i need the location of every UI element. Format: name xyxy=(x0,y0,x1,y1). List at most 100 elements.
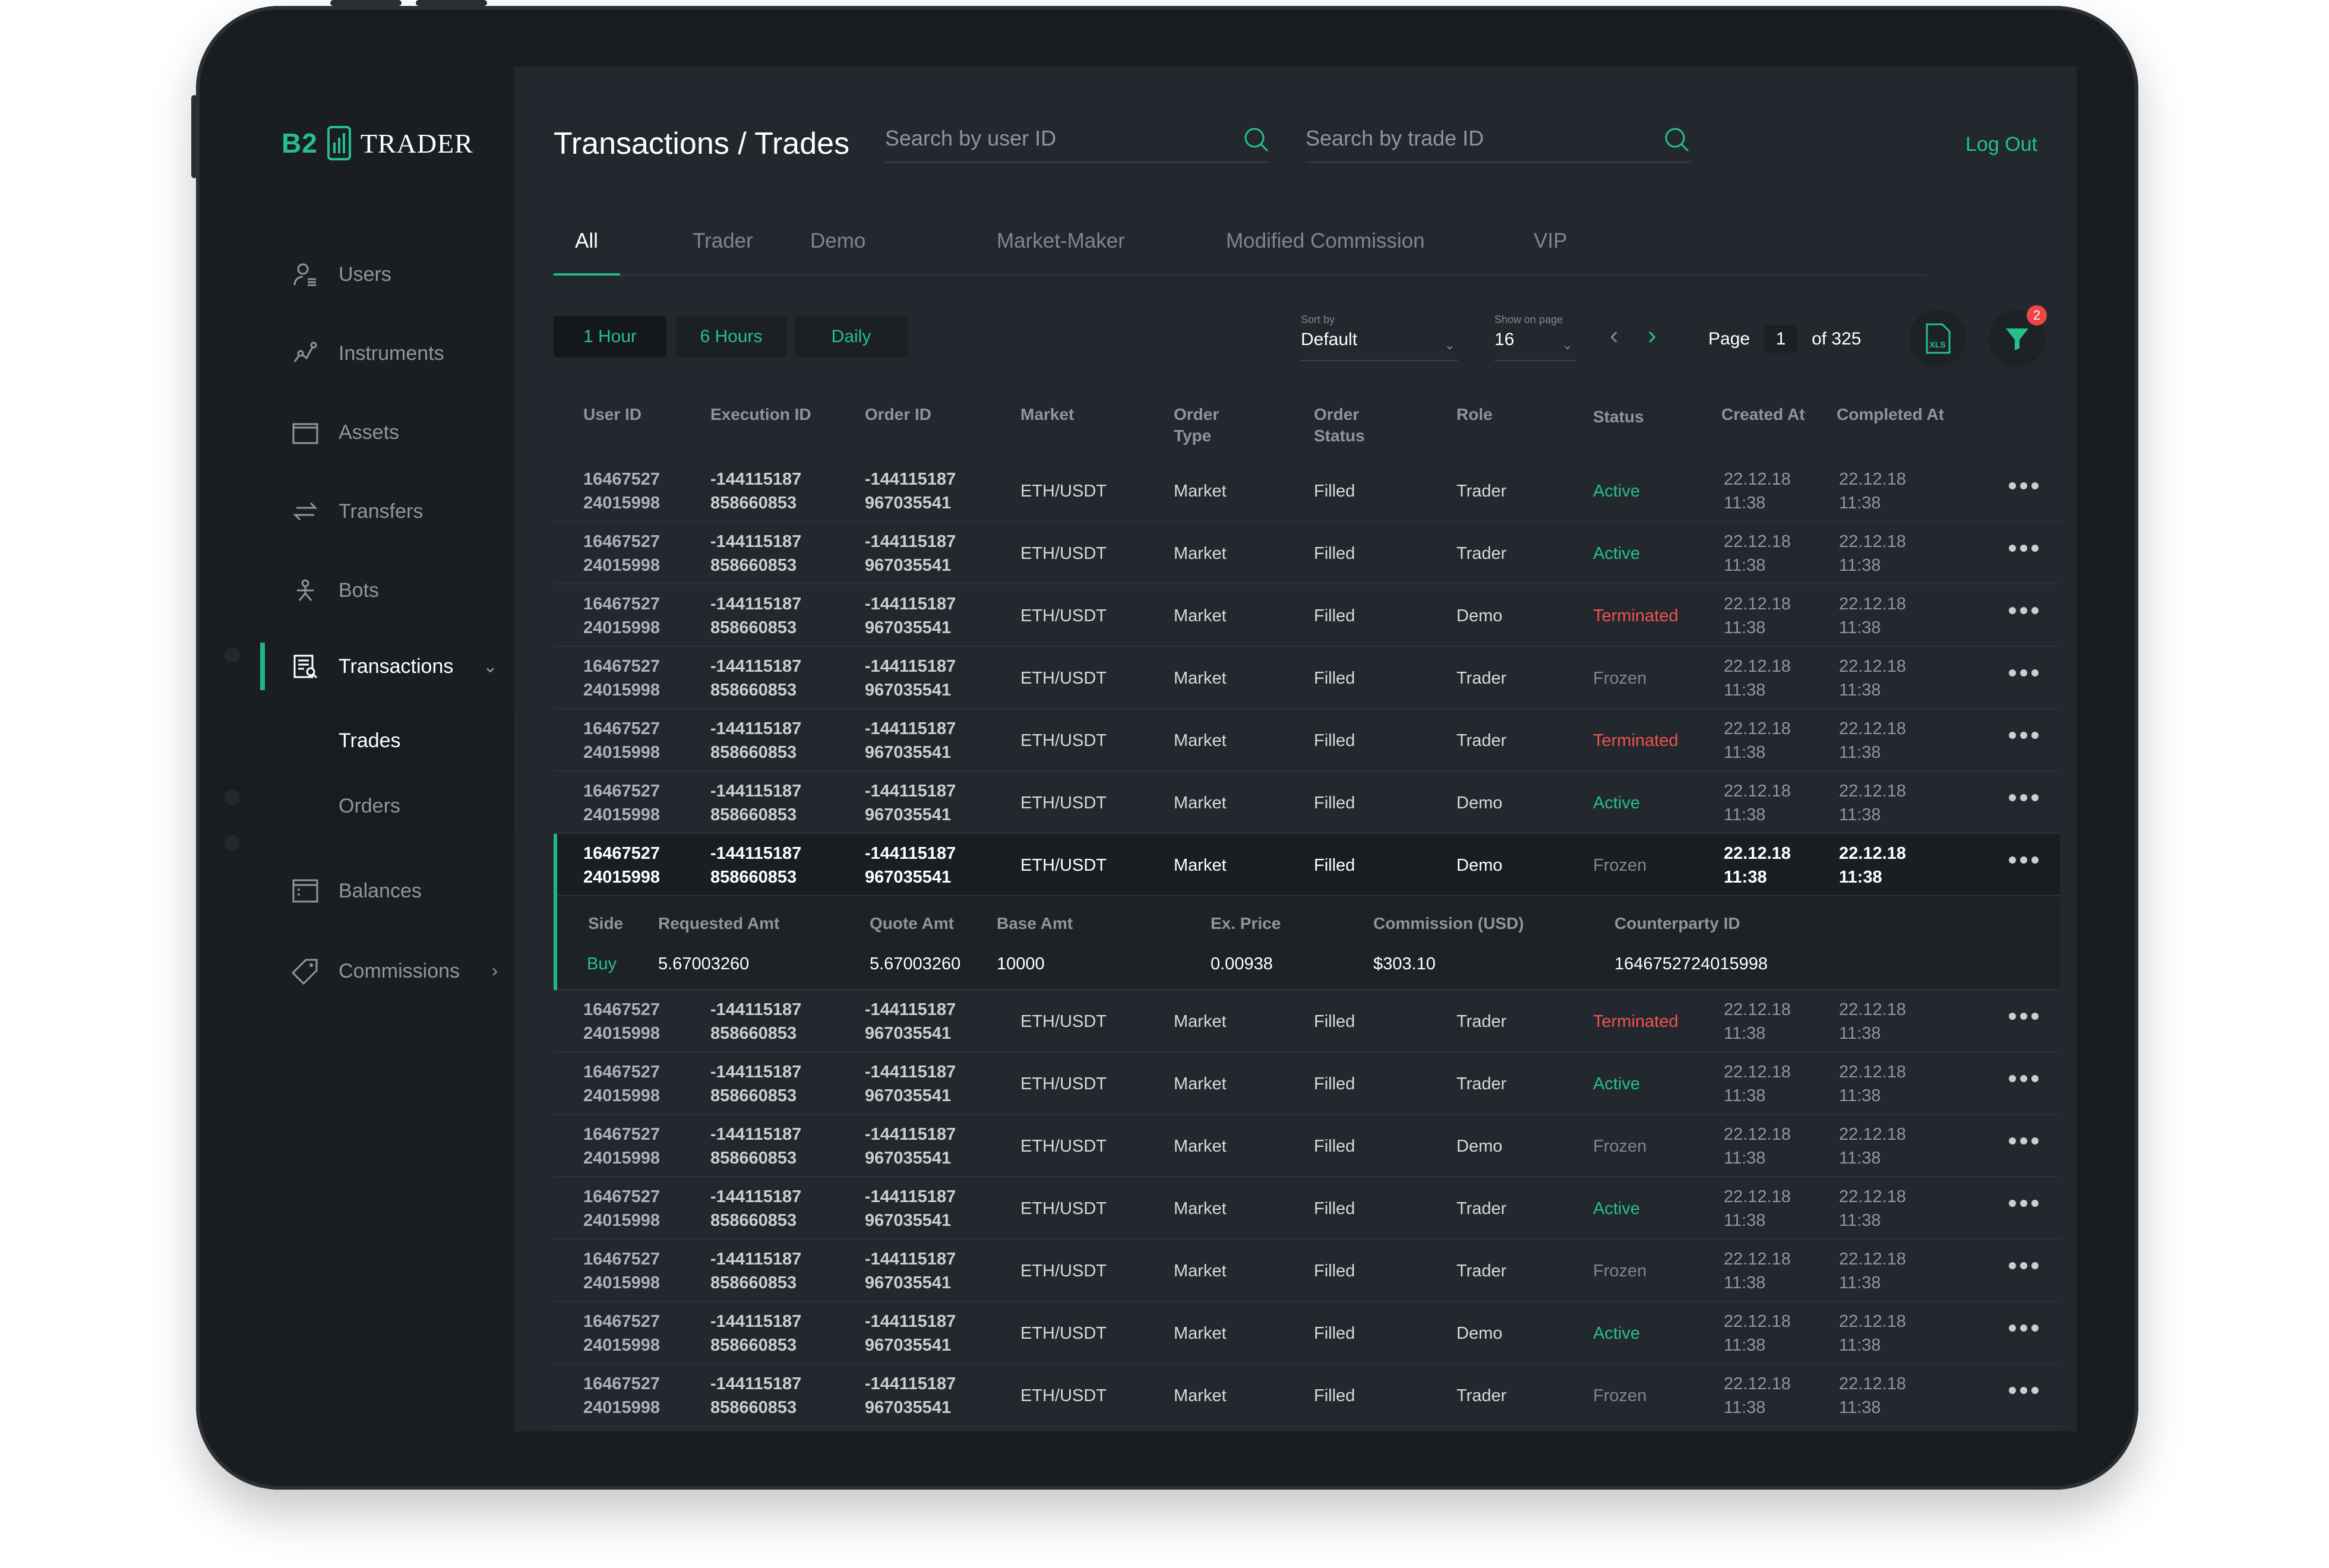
pagination: Page 1 of 325 xyxy=(1708,325,1862,353)
next-page-icon[interactable]: › xyxy=(1648,321,1657,350)
logout-link[interactable]: Log Out xyxy=(1965,133,2037,156)
tab-modified-commission[interactable]: Modified Commission xyxy=(1226,229,1425,253)
more-options-icon[interactable] xyxy=(2009,856,2039,864)
search-trade-input[interactable] xyxy=(1306,118,1690,159)
cell-order-status: Filled xyxy=(1314,1240,1355,1302)
cell-role-text: Trader xyxy=(1456,1261,1507,1281)
sort-select[interactable]: Sort by Default ⌄ xyxy=(1301,314,1458,361)
table-row[interactable]: 16467527 24015998 -144115187 858660853 -1441… xyxy=(554,990,2060,1052)
page-size-select[interactable]: Show on page 16 ⌄ xyxy=(1494,314,1575,361)
table-row[interactable]: 16467527 24015998 -144115187 858660853 -1441… xyxy=(554,584,2060,647)
more-options-icon[interactable] xyxy=(2009,669,2039,676)
page-number-input[interactable]: 1 xyxy=(1764,325,1798,353)
th-order-id[interactable]: Order ID xyxy=(865,404,931,425)
more-options-icon[interactable] xyxy=(2009,482,2039,489)
cell-completed-at-text: 11:38 xyxy=(1839,805,1881,824)
cell-status: Frozen xyxy=(1593,647,1647,709)
cell-order-type-text: Market xyxy=(1174,668,1227,688)
th-execution-id[interactable]: Execution ID xyxy=(710,404,811,425)
cell-completed-at-text: 11:38 xyxy=(1839,867,1882,887)
sidebar-subitem-orders[interactable]: Orders xyxy=(260,773,514,839)
th-status[interactable]: Status xyxy=(1593,406,1644,428)
brand-logo[interactable]: B2 TRADER xyxy=(282,125,473,162)
sidebar-item-balances[interactable]: Balances xyxy=(260,867,514,915)
tab-market-maker[interactable]: Market-Maker xyxy=(997,229,1125,253)
cell-user-id: 16467527 24015998 xyxy=(583,584,660,647)
tab-vip[interactable]: VIP xyxy=(1534,229,1567,253)
more-options-icon[interactable] xyxy=(2009,1137,2039,1145)
export-xls-button[interactable]: XLS xyxy=(1909,310,1966,367)
more-options-icon[interactable] xyxy=(2009,1075,2039,1082)
prev-page-icon[interactable]: ‹ xyxy=(1610,321,1619,350)
th-user-id[interactable]: User ID xyxy=(583,404,641,425)
table-row[interactable]: 16467527 24015998 -144115187 858660853 -1441… xyxy=(554,1302,2060,1364)
table-row[interactable]: 16467527 24015998 -144115187 858660853 -1441… xyxy=(554,772,2060,834)
filter-button[interactable]: 2 xyxy=(1989,305,2047,367)
th-order-status[interactable]: Order Status xyxy=(1314,404,1379,447)
more-options-icon[interactable] xyxy=(2009,1387,2039,1394)
table-row[interactable]: 16467527 24015998 -144115187 858660853 -1441… xyxy=(554,522,2060,584)
th-market[interactable]: Market xyxy=(1020,404,1074,425)
search-user-input[interactable] xyxy=(885,118,1270,159)
sidebar-item-transfers[interactable]: Transfers xyxy=(260,488,514,535)
table-row[interactable]: 16467527 24015998 -144115187 858660853 -1441… xyxy=(554,1177,2060,1240)
cell-market: ETH/USDT xyxy=(1020,522,1107,584)
more-options-icon[interactable] xyxy=(2009,1013,2039,1020)
cell-user-id-text: 16467527 xyxy=(583,1374,661,1393)
table-row[interactable]: 16467527 24015998 -144115187 858660853 -1441… xyxy=(554,647,2060,709)
more-options-icon[interactable] xyxy=(2009,794,2039,801)
table-row[interactable]: 16467527 24015998 -144115187 858660853 -1441… xyxy=(554,1115,2060,1177)
more-options-icon[interactable] xyxy=(2009,1324,2039,1332)
more-options-icon[interactable] xyxy=(2009,732,2039,739)
table-row[interactable]: 16467527 24015998 -144115187 858660853 -1441… xyxy=(554,460,2060,522)
cell-user-id-text: 16467527 xyxy=(583,781,661,801)
search-trade-field[interactable] xyxy=(1306,118,1690,163)
cell-market: ETH/USDT xyxy=(1020,1052,1107,1115)
cell-user-id: 16467527 24015998 xyxy=(583,647,660,709)
sidebar-item-users[interactable]: Users xyxy=(260,251,514,298)
sidebar-subitem-trades[interactable]: Trades xyxy=(260,708,514,773)
sidebar-item-transactions[interactable]: Transactions ⌄ xyxy=(260,643,514,690)
tab-all[interactable]: All xyxy=(575,229,598,253)
more-options-icon[interactable] xyxy=(2009,607,2039,614)
more-options-icon[interactable] xyxy=(2009,1262,2039,1269)
more-options-icon[interactable] xyxy=(2009,1200,2039,1207)
range-1-hour-button[interactable]: 1 Hour xyxy=(554,316,666,358)
th-created-at[interactable]: Created At xyxy=(1721,404,1805,425)
detail-header: Base Amt xyxy=(997,914,1073,932)
cell-user-id-text: 24015998 xyxy=(583,1273,661,1292)
search-icon[interactable] xyxy=(1243,126,1270,156)
table-row[interactable]: 16467527 24015998 -144115187 858660853 -1441… xyxy=(554,1364,2060,1427)
more-options-icon[interactable] xyxy=(2009,545,2039,552)
sidebar-item-instruments[interactable]: Instruments xyxy=(260,330,514,377)
tablet-sensor xyxy=(225,647,240,663)
search-icon[interactable] xyxy=(1663,126,1690,156)
sidebar-item-bots[interactable]: Bots xyxy=(260,567,514,614)
cell-market-text: ETH/USDT xyxy=(1020,668,1107,688)
cell-execution-id-text: 858660853 xyxy=(710,1273,797,1292)
th-order-type[interactable]: Order Type xyxy=(1174,404,1239,447)
cell-market-text: ETH/USDT xyxy=(1020,1386,1107,1405)
search-user-field[interactable] xyxy=(885,118,1270,163)
cell-execution-id: -144115187 858660853 xyxy=(710,1052,801,1115)
range-6-hours-button[interactable]: 6 Hours xyxy=(676,316,786,358)
tab-demo[interactable]: Demo xyxy=(810,229,865,253)
sidebar-item-commissions[interactable]: Commissions › xyxy=(260,947,514,995)
cell-order-id: -144115187 967035541 xyxy=(865,1115,956,1177)
tab-trader[interactable]: Trader xyxy=(693,229,753,253)
cell-status: Active xyxy=(1593,1052,1640,1115)
app-screen: B2 TRADER Users Instruments Assets Trans… xyxy=(260,67,2077,1431)
cell-created-at: 22.12.18 11:38 xyxy=(1724,709,1791,772)
table-row[interactable]: 16467527 24015998 -144115187 858660853 -1441… xyxy=(554,1240,2060,1302)
table-row[interactable]: 16467527 24015998 -144115187 858660853 -1441… xyxy=(554,709,2060,772)
range-daily-button[interactable]: Daily xyxy=(795,316,908,358)
th-role[interactable]: Role xyxy=(1456,404,1493,425)
detail-header: Quote Amt xyxy=(870,914,955,932)
cell-user-id-text: 16467527 xyxy=(583,843,661,863)
sidebar-item-assets[interactable]: Assets xyxy=(260,409,514,456)
table-row[interactable]: 16467527 24015998 -144115187 858660853 -1441… xyxy=(554,1052,2060,1115)
cell-status-text: Active xyxy=(1593,1199,1640,1218)
table-row[interactable]: 16467527 24015998 -144115187 858660853 -1441… xyxy=(554,834,2060,896)
th-completed-at[interactable]: Completed At xyxy=(1837,404,1944,425)
cell-order-status: Filled xyxy=(1314,584,1355,647)
